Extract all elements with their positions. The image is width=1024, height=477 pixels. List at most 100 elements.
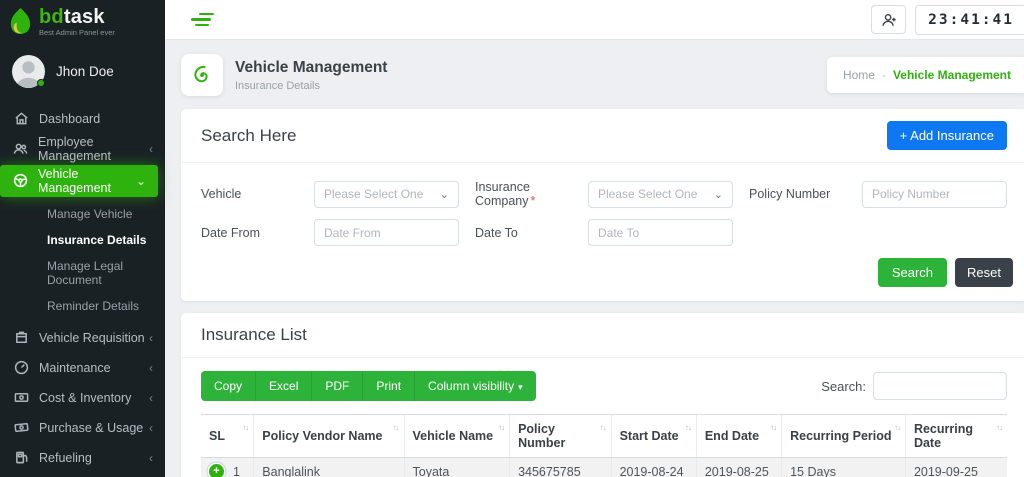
table-header-row: SL ↑↓ Policy Vendor Name ↑↓ Vehicle Name ↑↓… [201, 414, 1007, 458]
add-user-button[interactable] [871, 5, 907, 34]
header-sl[interactable]: SL ↑↓ [201, 414, 254, 458]
policy-number-input[interactable] [862, 180, 1007, 208]
insurance-company-label: Insurance Company * [475, 180, 536, 208]
search-panel: Search Here + Add Insurance Vehicle Plea… [181, 109, 1024, 301]
page-icon-card [181, 54, 223, 96]
page-subtitle: Insurance Details [235, 79, 320, 92]
sidebar-item-vehicle-management[interactable]: Vehicle Management ⌄ [0, 164, 158, 197]
table-search-input[interactable] [873, 372, 1007, 400]
sidebar-item-vehicle-requisition[interactable]: Vehicle Requisition ‹ [0, 323, 165, 353]
header-recurring-period[interactable]: Recurring Period ↑↓ [781, 414, 906, 458]
header-policy-vendor-name[interactable]: Policy Vendor Name ↑↓ [253, 414, 405, 458]
vehicle-label: Vehicle [201, 187, 242, 201]
sidebar-item-cost-inventory[interactable]: Cost & Inventory ‹ [0, 383, 165, 413]
breadcrumb-home-link[interactable]: Home [843, 68, 875, 82]
sidebar-item-refueling[interactable]: Refueling ‹ [0, 443, 165, 473]
submenu-item-manage-vehicle[interactable]: Manage Vehicle [0, 201, 165, 227]
brand-tagline: Best Admin Panel ever [39, 28, 115, 37]
chevron-down-icon: ⌄ [439, 188, 449, 201]
add-insurance-button[interactable]: + Add Insurance [886, 121, 1007, 150]
insurance-list-title: Insurance List [201, 325, 307, 344]
sort-icon: ↑↓ [392, 423, 400, 432]
header-vehicle-name[interactable]: Vehicle Name ↑↓ [403, 414, 510, 458]
date-from-label: Date From [201, 225, 261, 240]
insurance-table: SL ↑↓ Policy Vendor Name ↑↓ Vehicle Name ↑↓… [201, 414, 1007, 477]
main-area: 23:41:41 Vehicle Management Insurance De… [165, 0, 1024, 477]
online-status-dot [37, 78, 45, 87]
digital-clock: 23:41:41 [915, 4, 1024, 35]
chevron-left-icon: ‹ [149, 360, 153, 375]
insurance-list-panel: Insurance List Copy Excel PDF Print Colu… [181, 313, 1024, 477]
expand-row-button[interactable]: + [209, 464, 224, 477]
topbar: 23:41:41 [165, 0, 1024, 40]
chevron-down-icon: ⌄ [713, 188, 723, 201]
header-recurring-date[interactable]: Recurring Date ↑↓ [904, 414, 1007, 458]
gauge-icon [13, 360, 29, 376]
policy-number-label: Policy Number [749, 187, 831, 201]
chevron-left-icon: ‹ [149, 450, 153, 465]
search-form: Vehicle Please Select One ⌄ Insurance Co… [181, 163, 1024, 252]
sort-icon: ↑↓ [770, 423, 777, 432]
page-title: Vehicle Management [235, 58, 388, 76]
sort-icon: ↑↓ [996, 423, 1003, 432]
required-asterisk: * [530, 194, 536, 208]
page-content: Vehicle Management Insurance Details Hom… [165, 40, 1024, 477]
app-root: bdtask Best Admin Panel ever Jhon Doe Da… [0, 0, 1024, 477]
banknote-icon [13, 390, 29, 406]
user-profile: Jhon Doe [0, 43, 165, 102]
brand-logo: bdtask Best Admin Panel ever [0, 0, 165, 43]
submenu-item-insurance-details[interactable]: Insurance Details [0, 227, 165, 253]
sidebar-item-dashboard[interactable]: Dashboard [0, 104, 165, 134]
date-to-label: Date To [475, 225, 518, 240]
excel-button[interactable]: Excel [256, 371, 313, 401]
pdf-button[interactable]: PDF [312, 371, 364, 401]
table-row: +1 Banglalink Toyata 345675785 2019-08-2… [201, 457, 1007, 477]
header-start-date[interactable]: Start Date ↑↓ [610, 414, 697, 458]
sidebar-item-maintenance[interactable]: Maintenance ‹ [0, 353, 165, 383]
sort-icon: ↑↓ [242, 423, 249, 432]
search-panel-title: Search Here [201, 125, 297, 145]
chevron-left-icon: ‹ [149, 141, 153, 156]
sidebar-toggle-hamburger-icon[interactable] [191, 12, 214, 27]
sidebar-item-purchase-usage[interactable]: Purchase & Usage ‹ [0, 413, 165, 443]
sidebar-nav: Dashboard Employee Management ‹ Vehicle … [0, 104, 165, 473]
breadcrumb-current: Vehicle Management [892, 68, 1011, 82]
chevron-left-icon: ‹ [149, 420, 153, 435]
steering-wheel-icon [13, 173, 28, 189]
clock-time: 23:41:41 [928, 11, 1014, 28]
date-from-input[interactable] [314, 219, 459, 246]
sort-icon: ↑↓ [684, 423, 692, 432]
insurance-company-select[interactable]: Please Select One ⌄ [588, 180, 733, 208]
money-icon [13, 420, 29, 436]
vehicle-management-submenu: Manage Vehicle Insurance Details Manage … [0, 198, 165, 323]
chevron-left-icon: ‹ [149, 330, 153, 345]
column-visibility-button[interactable]: Column visibility ▾ [415, 371, 536, 401]
page-header: Vehicle Management Insurance Details Hom… [181, 54, 1024, 96]
table-search-label: Search: [821, 378, 866, 394]
print-button[interactable]: Print [363, 371, 416, 401]
header-policy-number[interactable]: Policy Number ↑↓ [509, 414, 612, 458]
requisition-icon [13, 330, 29, 346]
spiral-icon [194, 65, 208, 83]
sort-icon: ↑↓ [498, 423, 505, 432]
header-end-date[interactable]: End Date ↑↓ [695, 414, 782, 458]
sort-icon: ↑↓ [599, 423, 607, 432]
reset-button[interactable]: Reset [955, 258, 1013, 287]
caret-down-icon: ▾ [518, 382, 523, 392]
fuel-pump-icon [13, 450, 29, 466]
date-to-input[interactable] [588, 219, 733, 246]
breadcrumb-separator: - [881, 68, 886, 82]
vehicle-select[interactable]: Please Select One ⌄ [314, 180, 459, 208]
search-button[interactable]: Search [877, 258, 948, 287]
home-icon [13, 111, 29, 127]
chevron-down-icon: ⌄ [135, 173, 146, 188]
copy-button[interactable]: Copy [201, 371, 257, 401]
users-icon [13, 141, 28, 157]
sidebar-item-employee-management[interactable]: Employee Management ‹ [0, 134, 165, 164]
breadcrumb: Home - Vehicle Management [826, 57, 1024, 93]
sort-icon: ↑↓ [893, 423, 901, 432]
sidebar: bdtask Best Admin Panel ever Jhon Doe Da… [0, 0, 165, 477]
submenu-item-manage-legal-document[interactable]: Manage Legal Document [0, 253, 165, 293]
submenu-item-reminder-details[interactable]: Reminder Details [0, 293, 165, 319]
user-name: Jhon Doe [56, 63, 114, 79]
